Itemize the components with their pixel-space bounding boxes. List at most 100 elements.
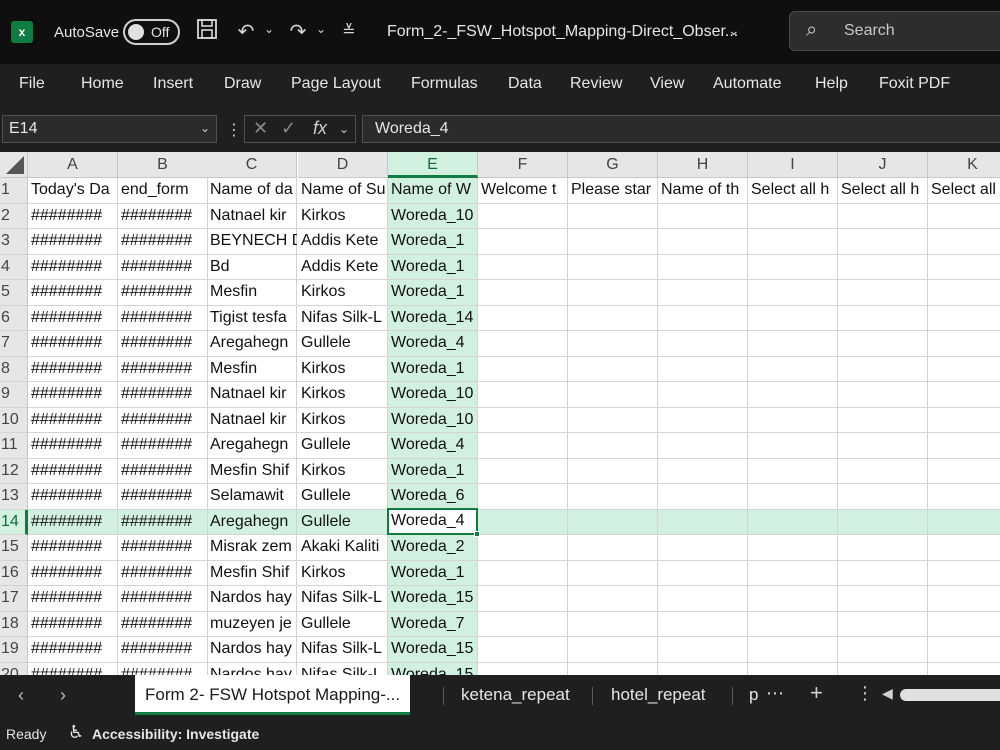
worksheet-grid[interactable]: A B C D E F G H I J K 1 2 3 4 5 6 7 8 9 10 11 12 13 14 15 16 17 18 19… <box>0 152 1000 675</box>
tab-draw[interactable]: Draw <box>224 75 261 93</box>
row-header[interactable]: 5 <box>0 280 28 306</box>
header-cell[interactable]: Name of th <box>658 178 748 204</box>
accessibility-status[interactable]: Accessibility: Investigate <box>92 726 259 742</box>
row-header[interactable]: 16 <box>0 560 28 586</box>
cancel-icon[interactable]: ✕ <box>253 118 268 139</box>
table-cell[interactable]: Addis Kete <box>298 229 388 255</box>
horizontal-scrollbar[interactable]: ◀ <box>880 685 1000 705</box>
table-cell[interactable]: ######## <box>28 484 118 510</box>
row-header[interactable]: 13 <box>0 484 28 510</box>
customize-toolbar-icon[interactable]: ≚ <box>338 18 360 46</box>
header-cell[interactable]: Select all h <box>838 178 928 204</box>
table-cell[interactable]: ######## <box>118 331 208 357</box>
row-header[interactable]: 6 <box>0 305 28 331</box>
row-header[interactable]: 4 <box>0 254 28 280</box>
redo-dropdown-icon[interactable]: ⌄ <box>316 22 326 36</box>
tab-foxit-pdf[interactable]: Foxit PDF <box>879 75 950 93</box>
table-cell[interactable]: ######## <box>28 229 118 255</box>
tab-insert[interactable]: Insert <box>153 75 193 93</box>
table-cell[interactable]: ######## <box>28 663 118 676</box>
table-cell[interactable]: Bd <box>207 255 297 281</box>
row-header[interactable]: 19 <box>0 637 28 663</box>
header-cell[interactable]: end_form <box>118 178 208 204</box>
table-cell[interactable]: Woreda_1 <box>388 255 508 281</box>
table-cell[interactable]: Addis Kete <box>298 255 388 281</box>
table-cell[interactable]: Woreda_15 <box>388 637 508 663</box>
save-icon[interactable] <box>194 18 220 48</box>
table-cell[interactable]: Gullele <box>298 612 388 638</box>
table-cell[interactable]: ######## <box>118 561 208 587</box>
row-header[interactable]: 1 <box>0 178 28 204</box>
tab-home[interactable]: Home <box>81 75 124 93</box>
table-cell[interactable]: Mesfin Shif <box>207 459 297 485</box>
table-cell[interactable]: ######## <box>118 637 208 663</box>
table-cell[interactable]: ######## <box>118 663 208 676</box>
row-header[interactable]: 18 <box>0 611 28 637</box>
table-cell[interactable]: Aregahegn <box>207 331 297 357</box>
row-header[interactable]: 2 <box>0 203 28 229</box>
table-cell[interactable]: Kirkos <box>298 561 388 587</box>
table-cell[interactable]: ######## <box>118 535 208 561</box>
table-cell[interactable]: ######## <box>118 484 208 510</box>
table-cell[interactable]: Woreda_15 <box>388 586 508 612</box>
row-header[interactable]: 15 <box>0 535 28 561</box>
table-cell[interactable]: ######## <box>28 612 118 638</box>
header-cell[interactable]: Today's Da <box>28 178 118 204</box>
table-cell[interactable]: Nifas Silk-L <box>298 637 388 663</box>
table-cell[interactable]: ######## <box>28 408 118 434</box>
row-header[interactable]: 12 <box>0 458 28 484</box>
table-cell[interactable]: ######## <box>28 306 118 332</box>
tab-formulas[interactable]: Formulas <box>411 75 478 93</box>
column-header-c[interactable]: C <box>207 152 297 178</box>
row-header[interactable]: 7 <box>0 331 28 357</box>
select-all-button[interactable] <box>0 152 28 178</box>
table-cell[interactable]: Woreda_10 <box>388 204 508 230</box>
name-box[interactable]: E14 ⌄ <box>2 115 217 143</box>
table-cell[interactable]: Woreda_2 <box>388 535 508 561</box>
table-cell[interactable]: ######## <box>118 255 208 281</box>
sheet-tab-truncated[interactable]: p <box>749 675 758 715</box>
table-cell[interactable]: Natnael kir <box>207 204 297 230</box>
sheet-tab-hotel-repeat[interactable]: hotel_repeat <box>611 675 706 715</box>
autosave-toggle[interactable]: Off <box>123 19 180 45</box>
header-cell[interactable]: Select all <box>928 178 1000 204</box>
table-cell[interactable]: Kirkos <box>298 459 388 485</box>
column-header-i[interactable]: I <box>748 152 838 178</box>
header-cell[interactable]: Name of W <box>388 178 478 204</box>
table-cell[interactable]: Woreda_10 <box>388 408 508 434</box>
table-cell[interactable]: Natnael kir <box>207 408 297 434</box>
sheet-tab-ketena-repeat[interactable]: ketena_repeat <box>461 675 570 715</box>
column-header-b[interactable]: B <box>118 152 208 178</box>
chevron-down-icon[interactable]: ⌄ <box>200 121 210 135</box>
table-cell[interactable]: Nifas Silk-L <box>298 663 388 676</box>
table-cell[interactable]: ######## <box>28 433 118 459</box>
row-header[interactable]: 10 <box>0 407 28 433</box>
table-cell[interactable]: ######## <box>118 280 208 306</box>
table-cell[interactable]: Aregahegn <box>207 510 297 536</box>
table-cell[interactable]: Woreda_14 <box>388 306 508 332</box>
scrollbar-thumb[interactable] <box>900 689 1000 701</box>
header-cell[interactable]: Select all h <box>748 178 838 204</box>
active-cell[interactable]: Woreda_4 <box>387 508 480 537</box>
table-cell[interactable]: ######## <box>118 459 208 485</box>
column-header-e[interactable]: E <box>388 152 478 178</box>
table-cell[interactable]: ######## <box>28 535 118 561</box>
fill-handle[interactable] <box>474 531 480 537</box>
row-header[interactable]: 9 <box>0 382 28 408</box>
column-header-k[interactable]: K <box>928 152 1000 178</box>
row-header[interactable]: 17 <box>0 586 28 612</box>
table-cell[interactable]: ######## <box>28 586 118 612</box>
table-cell[interactable]: ######## <box>118 382 208 408</box>
column-header-d[interactable]: D <box>298 152 388 178</box>
table-cell[interactable]: Woreda_15 <box>388 663 508 676</box>
undo-dropdown-icon[interactable]: ⌄ <box>264 22 274 36</box>
scroll-tabs-right-icon[interactable]: › <box>60 685 66 706</box>
table-cell[interactable]: ######## <box>118 306 208 332</box>
table-cell[interactable]: ######## <box>118 204 208 230</box>
header-cell[interactable]: Please star <box>568 178 658 204</box>
add-sheet-icon[interactable]: + <box>810 680 823 706</box>
tab-page-layout[interactable]: Page Layout <box>291 75 381 93</box>
table-cell[interactable]: Natnael kir <box>207 382 297 408</box>
column-header-h[interactable]: H <box>658 152 748 178</box>
table-cell[interactable]: ######## <box>118 357 208 383</box>
